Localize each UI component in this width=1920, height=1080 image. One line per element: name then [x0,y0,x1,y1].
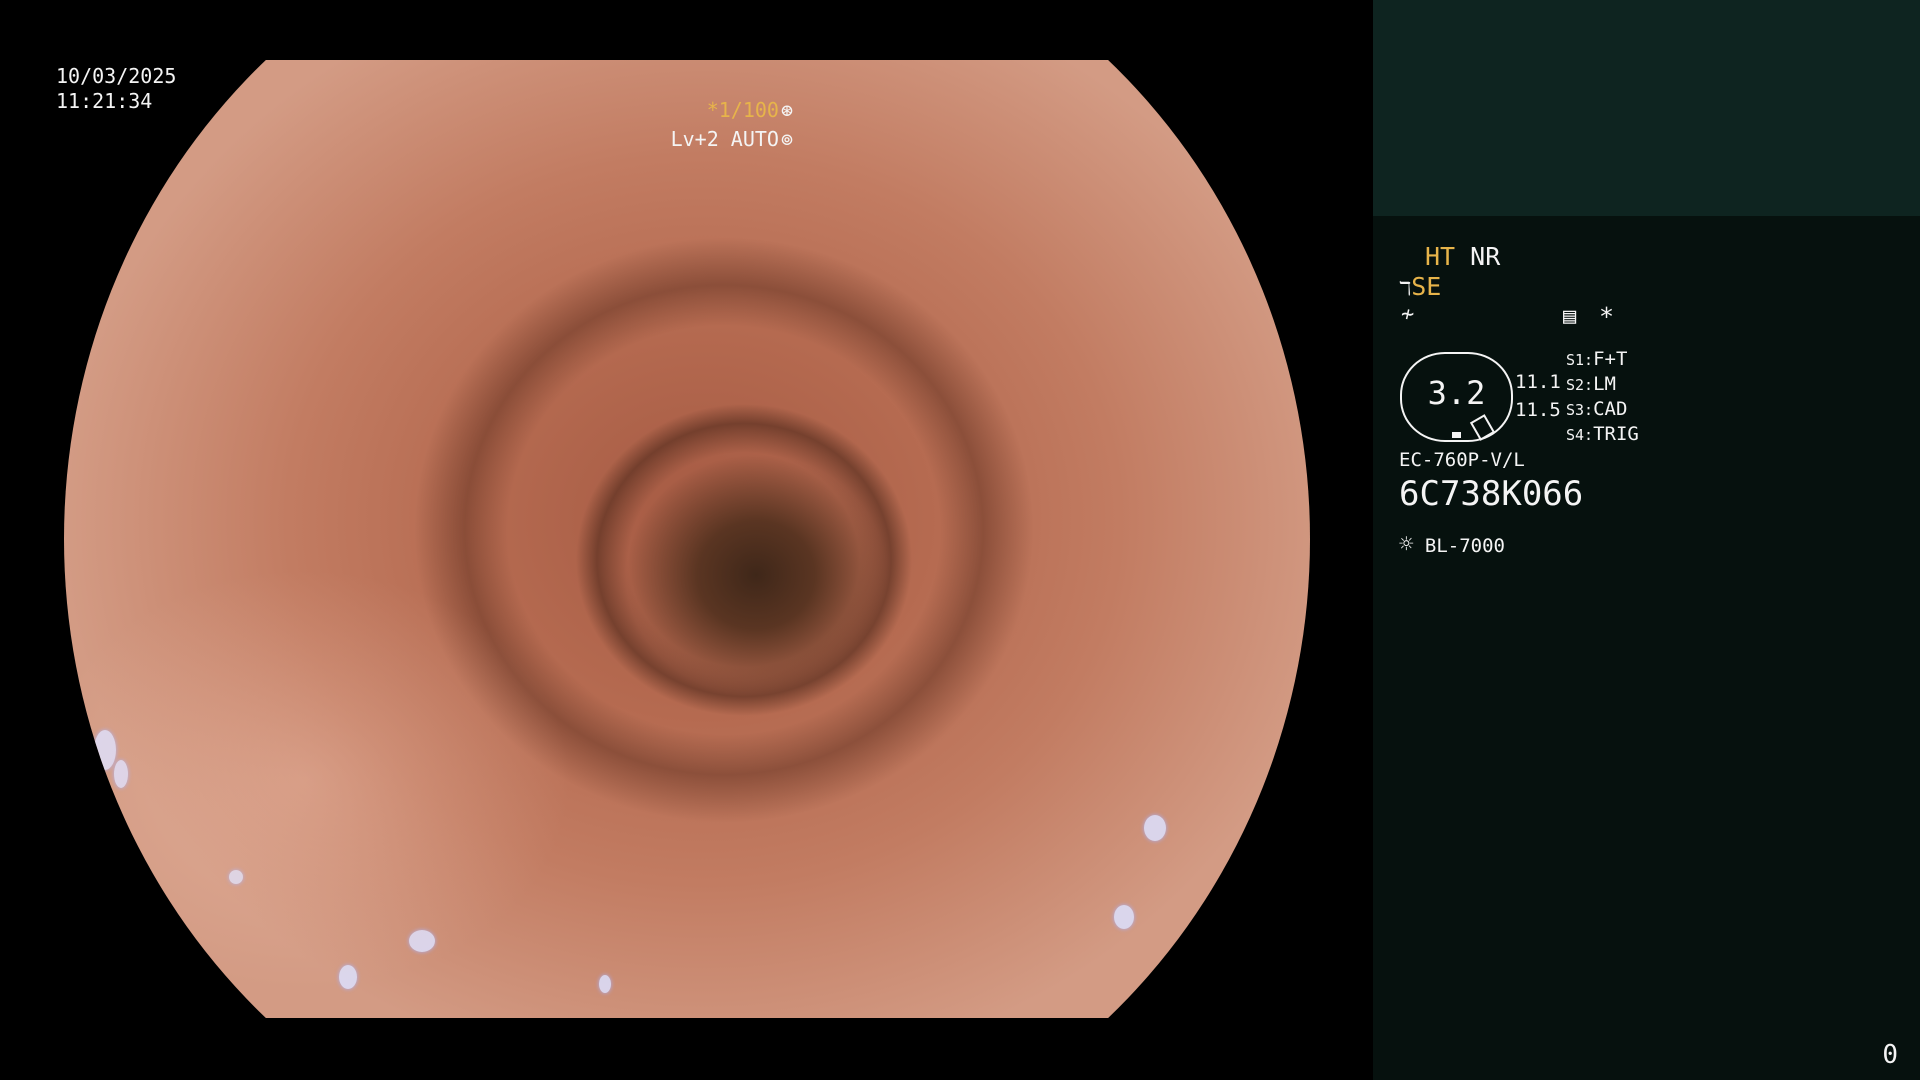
switch-row-2: S2:LM [1566,373,1616,395]
side-info-panel: HT NR ℸSE ≁ ▤ * 3.2 11.1 11.5 S1:F+T S2:… [1373,0,1920,1080]
light-source-icon: ☼ [1399,530,1414,558]
glare-spot [1114,905,1134,929]
zoom-marker [1452,432,1461,438]
shutter-speed-text: *1/100 [706,98,779,122]
brightness-level: Lv+2 AUTO ⊚ [671,127,793,151]
light-source-text: BL-7000 [1424,535,1505,557]
light-source-row: ☼ BL-7000 [1399,530,1505,558]
structure-icon: ℸ [1399,278,1412,300]
switch-row-1: S1:F+T [1566,348,1627,370]
switch-row-4: S4:TRIG [1566,423,1639,445]
switch-value: LM [1593,373,1616,395]
se-label: SE [1411,272,1442,301]
enhancement-row: HT NR [1425,242,1500,271]
switch-value: F+T [1593,348,1628,370]
shutter-speed: *1/100 ⊛ [707,98,793,122]
glare-spot [409,930,435,952]
switch-value: TRIG [1593,423,1639,445]
readout-2: 11.5 [1515,399,1561,421]
zoom-value: 3.2 [1427,374,1486,412]
date-text: 10/03/2025 [56,64,177,88]
readout-1: 11.1 [1515,371,1561,393]
switch-label: S1: [1566,351,1594,369]
brightness-level-text: Lv+2 AUTO [670,127,779,151]
ht-label: HT [1425,242,1456,271]
settings-icon: ▤ [1563,304,1577,329]
scope-model: EC-760P-V/L [1399,449,1525,471]
endoscope-video-area: 10/03/2025 11:21:34 *1/100 ⊛ Lv+2 AUTO ⊚ [0,0,1373,1080]
zoom-tilt-icon [1469,414,1496,441]
switch-row-3: S3:CAD [1566,398,1627,420]
glare-spot [94,730,116,770]
freeze-icon: ≁ [1401,302,1415,327]
scope-serial: 6C738K066 [1399,474,1584,514]
glare-spot [1144,815,1166,841]
switch-label: S2: [1566,376,1594,394]
panel-header-area [1373,0,1920,216]
shutter-icon: ⊛ [780,98,793,122]
datetime: 10/03/2025 11:21:34 [56,64,176,114]
panel-info-area: HT NR ℸSE ≁ ▤ * 3.2 11.1 11.5 S1:F+T S2:… [1373,216,1920,1080]
switch-label: S3: [1566,401,1594,419]
switch-label: S4: [1566,426,1594,444]
time-text: 11:21:34 [56,89,153,113]
asterisk-mark: * [1599,302,1615,331]
switch-value: CAD [1593,398,1628,420]
frame-counter: 0 [1882,1040,1898,1070]
glare-spot [229,870,243,884]
endoscopic-image [64,60,1310,1018]
nr-label: NR [1470,242,1501,271]
glare-spot [339,965,357,989]
zoom-indicator: 3.2 [1400,352,1513,442]
glare-spot [599,975,611,993]
iris-icon: ⊚ [780,127,793,151]
se-row: ℸSE [1399,272,1441,301]
glare-spot [114,760,128,788]
